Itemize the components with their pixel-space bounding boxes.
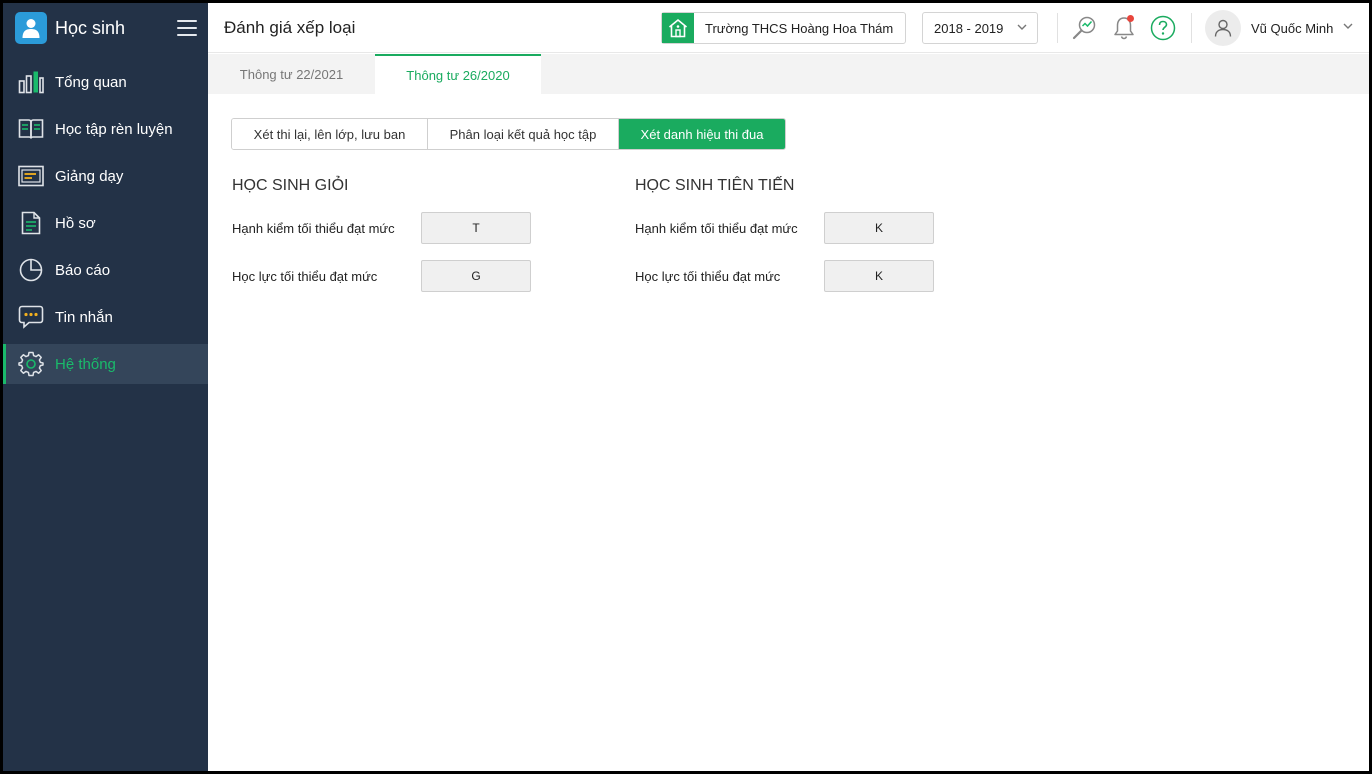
header-divider	[1057, 13, 1058, 43]
sidebar-item-label: Giảng dạy	[55, 167, 124, 185]
page-title: Đánh giá xếp loại	[224, 18, 356, 37]
school-selector[interactable]: Trường THCS Hoàng Hoa Thám	[661, 12, 906, 44]
school-year-select[interactable]: 2018 - 2019	[922, 12, 1038, 44]
chevron-down-icon	[1016, 21, 1028, 36]
school-name: Trường THCS Hoàng Hoa Thám	[705, 20, 894, 36]
tien-tien-conduct-select[interactable]: K	[824, 212, 934, 244]
sidebar-item-label: Học tập rèn luyện	[55, 120, 173, 138]
gioi-conduct-select[interactable]: T	[421, 212, 531, 244]
sidebar-item-label: Hồ sơ	[55, 214, 96, 232]
sidebar-item-he-thong[interactable]: Hệ thống	[3, 344, 208, 384]
help-icon[interactable]	[1149, 14, 1177, 42]
student-logo-icon	[15, 12, 47, 44]
circular-tabs: Thông tư 22/2021 Thông tư 26/2020	[208, 54, 1369, 94]
sidebar-item-ho-so[interactable]: Hồ sơ	[3, 203, 208, 243]
sidebar-item-giang-day[interactable]: Giảng dạy	[3, 156, 208, 196]
sidebar-item-tong-quan[interactable]: Tổng quan	[3, 62, 208, 102]
sidebar-item-label: Tổng quan	[55, 73, 127, 91]
document-icon	[18, 210, 44, 236]
sidebar-nav: Tổng quan Học tập rèn luyện Giảng dạy Hồ…	[3, 62, 208, 384]
bar-chart-icon	[18, 69, 44, 95]
academic-label: Học lực tối thiểu đạt mức	[232, 269, 378, 284]
user-menu[interactable]: Vũ Quốc Minh	[1205, 10, 1354, 46]
segment-xet-thi-lai[interactable]: Xét thi lại, lên lớp, lưu ban	[232, 119, 428, 149]
board-icon	[18, 163, 44, 189]
avatar-icon	[1205, 10, 1241, 46]
menu-toggle-icon[interactable]	[177, 20, 197, 36]
school-year-value: 2018 - 2019	[934, 20, 1004, 36]
sidebar-item-tin-nhan[interactable]: Tin nhắn	[3, 297, 208, 337]
tien-tien-academic-select[interactable]: K	[824, 260, 934, 292]
sidebar-item-label: Hệ thống	[55, 355, 116, 373]
sidebar: Học sinh Tổng quan Học tập rèn luyện Giả…	[3, 3, 208, 771]
user-name: Vũ Quốc Minh	[1251, 20, 1334, 36]
conduct-label: Hạnh kiểm tối thiểu đạt mức	[635, 221, 798, 236]
sidebar-item-label: Báo cáo	[55, 261, 111, 279]
tab-thong-tu-22-2021[interactable]: Thông tư 22/2021	[208, 54, 375, 94]
search-icon[interactable]	[1070, 14, 1098, 42]
school-icon	[662, 13, 694, 43]
top-header: Đánh giá xếp loại Trường THCS Hoàng Hoa …	[208, 3, 1369, 53]
app-window: Học sinh Tổng quan Học tập rèn luyện Giả…	[3, 3, 1369, 771]
section-title-hoc-sinh-gioi: HỌC SINH GIỎI	[232, 177, 349, 194]
academic-label: Học lực tối thiểu đạt mức	[635, 269, 781, 284]
gioi-academic-select[interactable]: G	[421, 260, 531, 292]
evaluation-type-segment: Xét thi lại, lên lớp, lưu ban Phân loại …	[231, 118, 786, 150]
book-icon	[18, 116, 44, 142]
section-title-hoc-sinh-tien-tien: HỌC SINH TIÊN TIẾN	[635, 177, 795, 194]
bell-icon[interactable]	[1110, 14, 1138, 42]
brand: Học sinh	[3, 3, 208, 53]
sidebar-item-label: Tin nhắn	[55, 308, 113, 326]
segment-phan-loai-ket-qua[interactable]: Phân loại kết quả học tập	[428, 119, 619, 149]
sidebar-item-hoc-tap-ren-luyen[interactable]: Học tập rèn luyện	[3, 109, 208, 149]
chevron-down-icon	[1342, 19, 1354, 37]
app-title: Học sinh	[55, 17, 126, 38]
tab-thong-tu-26-2020[interactable]: Thông tư 26/2020	[375, 54, 541, 94]
notification-dot	[1127, 15, 1134, 22]
header-divider	[1191, 13, 1192, 43]
message-icon	[18, 304, 44, 330]
pie-chart-icon	[18, 257, 44, 283]
conduct-label: Hạnh kiểm tối thiểu đạt mức	[232, 221, 395, 236]
gear-icon	[18, 351, 44, 377]
segment-xet-danh-hieu[interactable]: Xét danh hiệu thi đua	[619, 119, 785, 149]
sidebar-item-bao-cao[interactable]: Báo cáo	[3, 250, 208, 290]
